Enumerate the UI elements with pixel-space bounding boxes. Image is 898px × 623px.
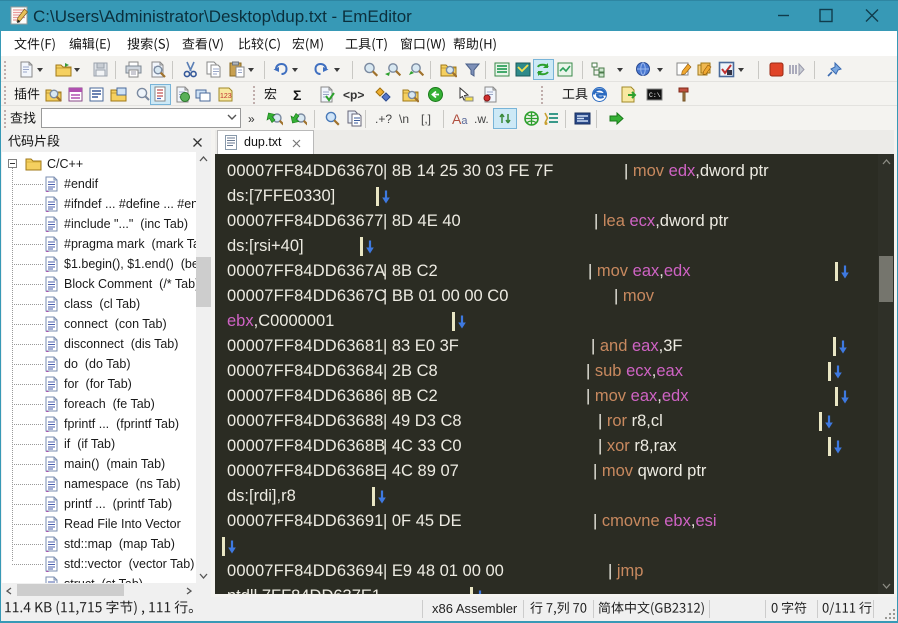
svg-text:C:\: C:\: [649, 92, 661, 99]
svg-text:123: 123: [220, 93, 232, 100]
